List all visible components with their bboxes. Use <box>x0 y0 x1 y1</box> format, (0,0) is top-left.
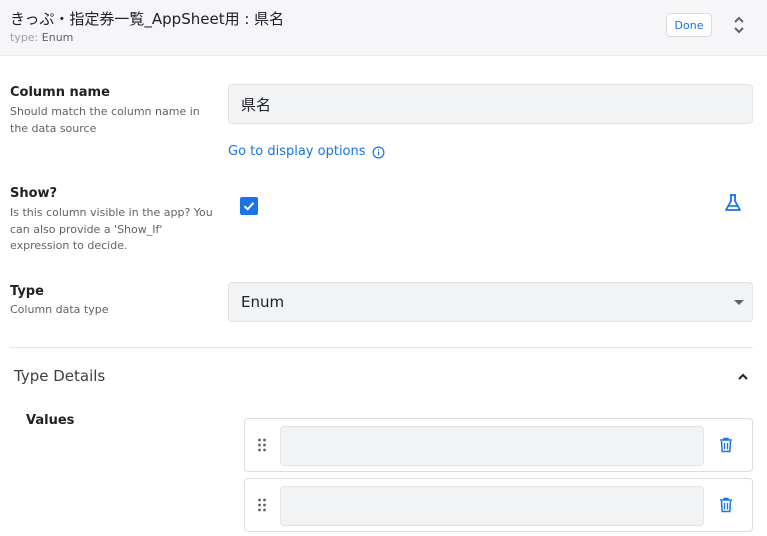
column-name-help: Should match the column name in the data… <box>10 105 200 135</box>
dropdown-arrow-icon <box>734 300 744 305</box>
column-title: きっぷ・指定券一覧_AppSheet用 : 県名 <box>10 10 285 28</box>
value-input[interactable] <box>280 426 704 466</box>
value-row <box>244 478 753 532</box>
values-label: Values <box>26 413 75 428</box>
value-input[interactable] <box>280 486 704 526</box>
display-options-link[interactable]: Go to display options <box>228 144 366 159</box>
type-help: Column data type <box>10 303 109 316</box>
column-name-input[interactable]: 県名 <box>228 84 753 124</box>
type-select[interactable]: Enum <box>228 282 753 322</box>
drag-handle-icon[interactable] <box>257 438 267 452</box>
flask-icon[interactable] <box>723 193 743 213</box>
type-value: Enum <box>41 31 74 44</box>
type-prefix: type: <box>10 31 39 44</box>
chevron-up-icon[interactable] <box>735 369 751 385</box>
column-name-label: Column name <box>10 85 110 100</box>
type-details-title: Type Details <box>14 367 106 385</box>
info-icon[interactable] <box>372 146 385 159</box>
delete-icon[interactable] <box>719 497 733 513</box>
editor-header: きっぷ・指定券一覧_AppSheet用 : 県名 type: Enum Done <box>0 0 767 56</box>
value-row <box>244 418 753 472</box>
type-label: Type <box>10 284 44 299</box>
show-checkbox[interactable] <box>240 197 258 215</box>
delete-icon[interactable] <box>719 437 733 453</box>
column-type-subtitle: type: Enum <box>10 31 73 44</box>
expand-collapse-icon[interactable] <box>730 14 748 36</box>
done-button[interactable]: Done <box>666 13 712 37</box>
type-select-value: Enum <box>241 293 285 311</box>
drag-handle-icon[interactable] <box>257 498 267 512</box>
section-divider <box>10 347 753 348</box>
show-help: Is this column visible in the app? You c… <box>10 206 213 252</box>
check-icon <box>243 202 255 211</box>
show-label: Show? <box>10 186 58 201</box>
